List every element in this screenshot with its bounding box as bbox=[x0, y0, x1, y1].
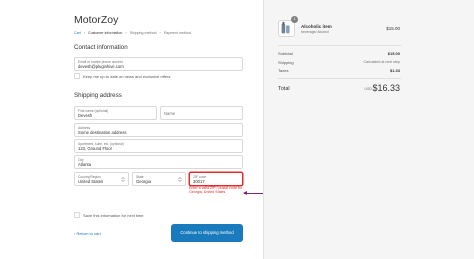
breadcrumb-separator: › bbox=[125, 31, 127, 35]
email-field[interactable]: Email or mobile phone number devesh@plug… bbox=[74, 57, 243, 71]
state-select[interactable]: State Georgia bbox=[132, 172, 186, 186]
breadcrumb-separator: › bbox=[83, 31, 85, 35]
email-field-label: Email or mobile phone number bbox=[78, 59, 123, 64]
city-value: Atlanta bbox=[78, 162, 92, 167]
save-info-checkbox[interactable] bbox=[74, 212, 80, 218]
newsletter-checkbox-label: Keep me up to date on news and exclusive… bbox=[83, 73, 171, 79]
product-price: $15.00 bbox=[386, 26, 400, 31]
subtotal-label: Subtotal bbox=[278, 51, 293, 56]
taxes-value: $1.33 bbox=[389, 68, 400, 73]
store-name[interactable]: MotorZoy bbox=[74, 14, 118, 26]
address-label: Address bbox=[78, 125, 91, 130]
country-value: United States bbox=[78, 179, 104, 184]
quantity-badge: 1 bbox=[291, 16, 298, 23]
zip-code-field[interactable]: ZIP code 30017 bbox=[189, 172, 243, 186]
order-summary-panel bbox=[263, 0, 474, 259]
return-to-cart-link[interactable]: ‹ Return to cart bbox=[74, 231, 101, 236]
breadcrumb-shipping-method: Shipping method bbox=[129, 31, 157, 35]
country-label: Country/Region bbox=[78, 174, 101, 179]
address-value: Some destination address bbox=[78, 130, 127, 135]
email-field-value: devesh@pluginhive.com bbox=[78, 64, 124, 69]
newsletter-checkbox[interactable] bbox=[74, 73, 80, 79]
contact-information-title: Contact information bbox=[74, 44, 128, 51]
city-field[interactable]: City Atlanta bbox=[74, 155, 243, 169]
state-value: Georgia bbox=[136, 179, 151, 184]
summary-divider bbox=[278, 45, 401, 46]
city-label: City bbox=[78, 157, 84, 162]
first-name-label: First name (optional) bbox=[78, 108, 109, 113]
zip-code-label: ZIP code bbox=[193, 174, 207, 179]
shipping-value: Calculated at next step bbox=[363, 60, 400, 64]
breadcrumb-customer-information: Customer information bbox=[88, 31, 123, 35]
taxes-label: Taxes bbox=[278, 68, 289, 73]
shipping-label: Shipping bbox=[278, 59, 294, 65]
product-variant: beverage/ Alcohol bbox=[301, 30, 329, 34]
save-info-checkbox-label: Save this information for next time bbox=[83, 212, 144, 218]
zip-code-error-message: Enter a valid ZIP / postal code for Geor… bbox=[189, 186, 243, 195]
subtotal-value: $15.00 bbox=[387, 51, 400, 56]
bottle-icon bbox=[281, 21, 290, 34]
last-name-placeholder: Name bbox=[164, 110, 176, 116]
breadcrumb-cart-link[interactable]: Cart bbox=[74, 31, 81, 35]
total-label: Total bbox=[278, 86, 290, 92]
chevron-updown-icon bbox=[121, 177, 125, 182]
total-currency: USD bbox=[364, 87, 372, 91]
first-name-value: Devesh bbox=[78, 113, 93, 118]
apartment-label: Apartment, suite, etc. (optional) bbox=[78, 141, 124, 146]
continue-to-shipping-button[interactable]: Continue to shipping method bbox=[171, 224, 243, 242]
shipping-address-title: Shipping address bbox=[74, 92, 122, 99]
first-name-field[interactable]: First name (optional) Devesh bbox=[74, 106, 157, 120]
state-label: State bbox=[136, 174, 144, 179]
breadcrumb-payment-method: Payment method bbox=[163, 31, 191, 35]
apartment-value: 123, Ground Floor bbox=[78, 146, 112, 151]
last-name-field[interactable]: Name bbox=[160, 106, 243, 120]
breadcrumb: Cart › Customer information › Shipping m… bbox=[74, 31, 191, 35]
country-select[interactable]: Country/Region United States bbox=[74, 172, 129, 186]
checkout-main-panel: MotorZoy Cart › Customer information › S… bbox=[0, 0, 263, 259]
apartment-field[interactable]: Apartment, suite, etc. (optional) 123, G… bbox=[74, 139, 243, 153]
total-value: $16.33 bbox=[372, 83, 400, 93]
address-field[interactable]: Address Some destination address bbox=[74, 123, 243, 137]
chevron-updown-icon bbox=[178, 177, 182, 182]
zip-code-value: 30017 bbox=[193, 179, 205, 184]
product-name: Alcoholic item bbox=[301, 24, 332, 29]
breadcrumb-separator: › bbox=[159, 31, 161, 35]
summary-divider bbox=[278, 78, 401, 79]
